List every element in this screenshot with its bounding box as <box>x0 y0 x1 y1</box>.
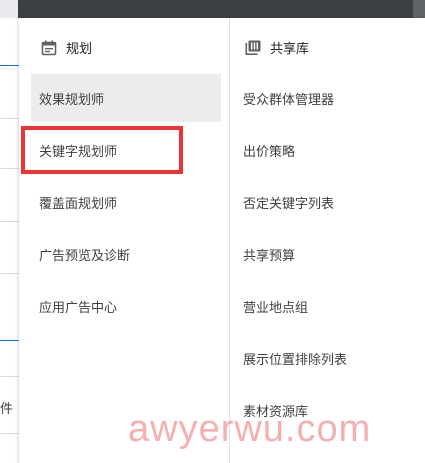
background-divider <box>0 273 19 274</box>
menu-item-bid-strategies[interactable]: 出价策略 <box>231 126 421 174</box>
menu-item-shared-budgets[interactable]: 共享预算 <box>231 230 421 278</box>
menu-item-location-groups[interactable]: 营业地点组 <box>231 282 421 330</box>
menu-item-label: 广告预览及诊断 <box>39 248 131 264</box>
planning-heading: 规划 <box>66 42 93 57</box>
menu-item-label: 效果规划师 <box>39 92 105 108</box>
menu-item-label: 应用广告中心 <box>39 300 118 316</box>
menu-item-label: 共享预算 <box>243 248 296 264</box>
menu-item-label: 否定关键字列表 <box>243 196 335 212</box>
menu-item-keyword-planner[interactable]: 关键字规划师 <box>31 126 221 174</box>
background-divider <box>0 221 19 222</box>
menu-item-label: 受众群体管理器 <box>243 92 335 108</box>
menu-item-audience-manager[interactable]: 受众群体管理器 <box>231 74 421 122</box>
planning-header: 规划 <box>40 38 92 57</box>
menu-item-label: 覆盖面规划师 <box>39 196 118 212</box>
background-divider <box>0 433 19 434</box>
background-divider <box>0 65 19 66</box>
tools-menu-panel: 规划 效果规划师 关键字规划师 覆盖面规划师 广告预览及诊断 应用广告中心 共享… <box>19 18 425 463</box>
shared-library-header: 共享库 <box>244 38 309 57</box>
menu-item-label: 展示位置排除列表 <box>243 352 348 368</box>
menu-item-label: 营业地点组 <box>243 300 309 316</box>
menu-item-reach-planner[interactable]: 覆盖面规划师 <box>31 178 221 226</box>
calendar-icon <box>40 39 58 57</box>
menu-item-app-advertising-hub[interactable]: 应用广告中心 <box>31 282 221 330</box>
library-icon <box>244 39 262 57</box>
background-divider <box>0 376 19 377</box>
menu-item-negative-keyword-lists[interactable]: 否定关键字列表 <box>231 178 421 226</box>
column-divider <box>229 18 230 463</box>
background-divider <box>0 340 19 341</box>
top-bar-cap <box>0 0 18 18</box>
background-text-fragment: 件 <box>0 402 14 417</box>
top-bar <box>0 0 425 18</box>
background-divider <box>0 118 19 119</box>
menu-item-label: 关键字规划师 <box>39 144 118 160</box>
menu-item-performance-planner[interactable]: 效果规划师 <box>31 74 221 122</box>
shared-library-heading: 共享库 <box>270 42 310 57</box>
menu-item-label: 出价策略 <box>243 144 296 160</box>
top-bar-edge <box>413 0 425 18</box>
menu-item-ad-preview-diagnosis[interactable]: 广告预览及诊断 <box>31 230 221 278</box>
watermark: awyerwu.com <box>128 408 372 450</box>
background-page-edge: 件 <box>0 18 20 463</box>
background-divider <box>0 168 19 169</box>
menu-item-placement-exclusion-lists[interactable]: 展示位置排除列表 <box>231 334 421 382</box>
